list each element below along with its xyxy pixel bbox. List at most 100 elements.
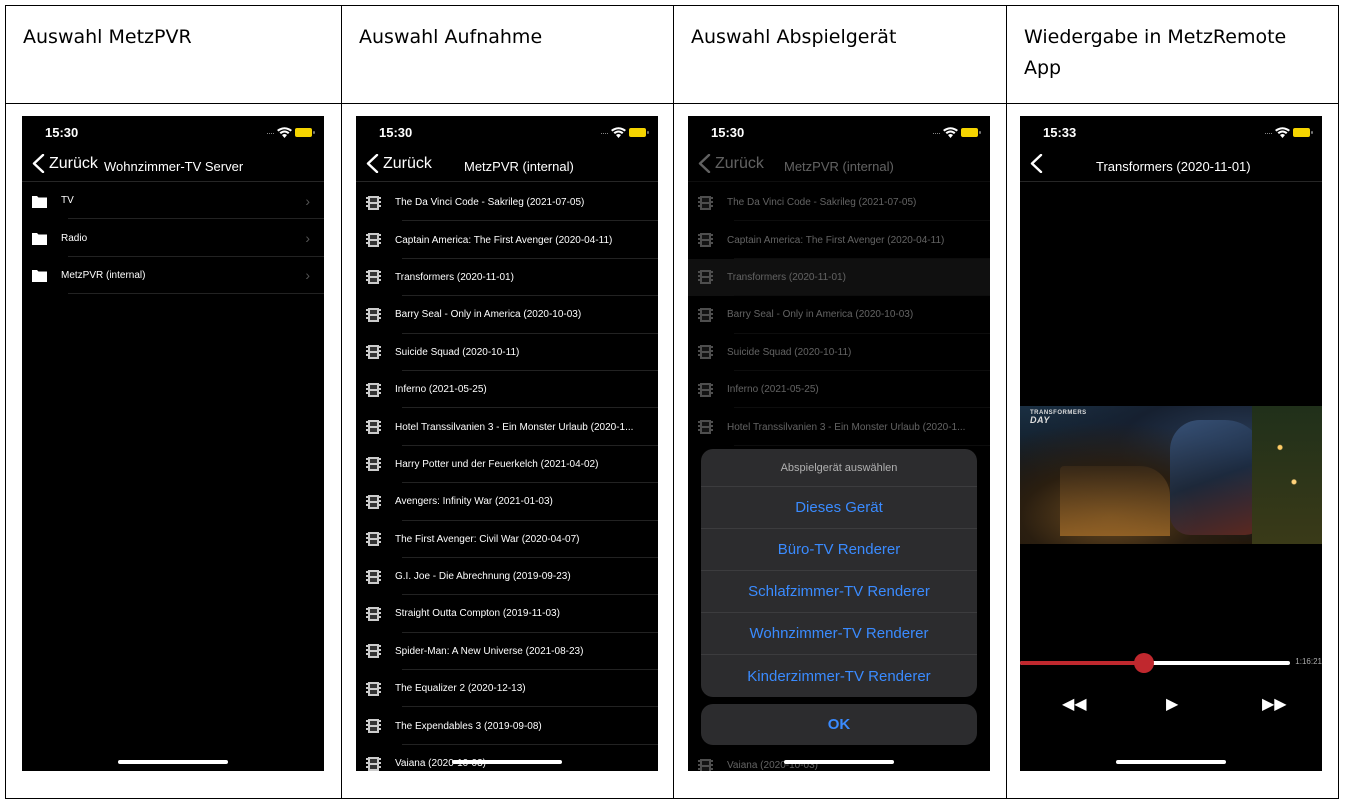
status-bar: 15:30 ····: [356, 124, 658, 144]
navigation-bar: Zurück MetzPVR (internal): [688, 150, 990, 182]
list-item[interactable]: Suicide Squad (2020-10-11): [356, 334, 658, 371]
list-item[interactable]: The Equalizer 2 (2020-12-13): [356, 670, 658, 708]
back-label: Zurück: [383, 154, 432, 172]
cellular-icon: ····: [266, 127, 275, 138]
list-item[interactable]: Captain America: The First Avenger (2020…: [356, 221, 658, 259]
header-auswahl-abspielgeraet: Auswahl Abspielgerät: [691, 26, 897, 48]
list-item[interactable]: Spider-Man: A New Universe (2021-08-23): [356, 633, 658, 671]
film-icon: [366, 681, 381, 696]
list-item-label: Radio: [61, 232, 88, 244]
list-item-label: Captain America: The First Avenger (2020…: [727, 234, 945, 246]
status-bar: 15:30 ····: [22, 124, 324, 144]
list-item-label: Inferno (2021-05-25): [727, 384, 819, 396]
list-item[interactable]: TV ›: [22, 182, 324, 220]
option-kinderzimmer-tv-button[interactable]: Kinderzimmer-TV Renderer: [701, 655, 977, 697]
ok-button[interactable]: OK: [701, 704, 977, 745]
video-logo: TRANSFORMERS DAY: [1030, 410, 1087, 425]
list-item[interactable]: Hotel Transsilvanien 3 - Ein Monster Url…: [356, 408, 658, 446]
list-item[interactable]: Hotel Transsilvanien 3 - Ein Monster Url…: [688, 408, 990, 446]
header-auswahl-metzpvr: Auswahl MetzPVR: [23, 26, 192, 48]
list-item[interactable]: G.I. Joe - Die Abrechnung (2019-09-23): [356, 558, 658, 596]
chevron-left-icon: [366, 154, 379, 173]
progress-fill: [1020, 661, 1145, 665]
back-button[interactable]: Zurück: [32, 154, 98, 173]
film-icon: [698, 307, 713, 322]
film-icon: [698, 233, 713, 248]
battery-icon: [629, 128, 649, 137]
status-time: 15:30: [379, 125, 413, 140]
status-time: 15:33: [1043, 125, 1077, 140]
list-item-label: Transformers (2020-11-01): [727, 271, 846, 283]
chevron-right-icon: ›: [305, 267, 310, 284]
list-item-label: Hotel Transsilvanien 3 - Ein Monster Url…: [395, 421, 634, 433]
film-icon: [698, 195, 713, 210]
sheet-title: Abspielgerät auswählen: [701, 449, 977, 487]
home-indicator[interactable]: [118, 760, 228, 764]
list-item[interactable]: Avengers: Infinity War (2021-01-03): [356, 483, 658, 521]
list-item[interactable]: MetzPVR (internal) ›: [22, 257, 324, 295]
wifi-icon: [1275, 127, 1290, 138]
list-item[interactable]: Suicide Squad (2020-10-11): [688, 334, 990, 371]
back-button[interactable]: [1030, 154, 1047, 173]
list-item-label: Hotel Transsilvanien 3 - Ein Monster Url…: [727, 421, 966, 433]
home-indicator[interactable]: [1116, 760, 1226, 764]
list-item[interactable]: Vaiana (2020-10-03): [356, 745, 658, 771]
status-time: 15:30: [711, 125, 745, 140]
duration-label: 1:16:21: [1295, 657, 1322, 666]
video-scene-lights: [1252, 406, 1322, 544]
list-item[interactable]: Captain America: The First Avenger (2020…: [688, 221, 990, 259]
list-item[interactable]: Straight Outta Compton (2019-11-03): [356, 595, 658, 633]
nav-title: MetzPVR (internal): [784, 159, 894, 174]
option-schlafzimmer-tv-button[interactable]: Schlafzimmer-TV Renderer: [701, 571, 977, 613]
column-divider: [341, 6, 342, 798]
progress-knob[interactable]: [1134, 653, 1155, 673]
list-item[interactable]: The Expendables 3 (2019-09-08): [356, 707, 658, 745]
list-item[interactable]: Harry Potter und der Feuerkelch (2021-04…: [356, 446, 658, 484]
film-icon: [366, 382, 381, 397]
option-buero-tv-button[interactable]: Büro-TV Renderer: [701, 529, 977, 571]
list-item[interactable]: Transformers (2020-11-01): [688, 258, 990, 297]
film-icon: [698, 420, 713, 435]
play-icon[interactable]: ▶: [1166, 694, 1178, 714]
list-item[interactable]: The First Avenger: Civil War (2020-04-07…: [356, 521, 658, 558]
list-item[interactable]: The Da Vinci Code - Sakrileg (2021-07-05…: [688, 184, 990, 222]
list-item-label: G.I. Joe - Die Abrechnung (2019-09-23): [395, 571, 571, 583]
battery-icon: [1293, 128, 1313, 137]
film-icon: [698, 345, 713, 360]
list-item[interactable]: Inferno (2021-05-25): [688, 371, 990, 409]
film-icon: [366, 420, 381, 435]
chevron-left-icon: [32, 154, 45, 173]
back-button[interactable]: Zurück: [366, 154, 432, 173]
fast-forward-icon[interactable]: ▶▶: [1262, 694, 1287, 714]
navigation-bar: Transformers (2020-11-01): [1020, 150, 1322, 182]
list-item-label: Spider-Man: A New Universe (2021-08-23): [395, 645, 584, 657]
status-bar: 15:30 ····: [688, 124, 990, 144]
phone-screen-server: 15:30 ···· Zurück Wohnzimmer-TV Server T…: [22, 116, 324, 771]
video-scene-robot: [1170, 420, 1265, 535]
rewind-icon[interactable]: ◀◀: [1062, 694, 1087, 714]
video-frame[interactable]: TRANSFORMERS DAY: [1020, 406, 1322, 544]
home-indicator[interactable]: [784, 760, 894, 764]
navigation-bar: Zurück Wohnzimmer-TV Server: [22, 150, 324, 182]
list-item[interactable]: Inferno (2021-05-25): [356, 371, 658, 409]
list-item[interactable]: Barry Seal - Only in America (2020-10-03…: [688, 296, 990, 334]
list-item-label: TV: [61, 195, 74, 207]
chevron-right-icon: ›: [305, 192, 310, 209]
list-item[interactable]: The Da Vinci Code - Sakrileg (2021-07-05…: [356, 184, 658, 222]
home-indicator[interactable]: [452, 760, 562, 764]
playback-progress-slider[interactable]: [1020, 653, 1290, 673]
list-item[interactable]: Barry Seal - Only in America (2020-10-03…: [356, 296, 658, 334]
list-item[interactable]: Vaiana (2020-10-03): [688, 747, 990, 771]
film-icon: [698, 270, 713, 285]
status-time: 15:30: [45, 125, 79, 140]
phone-screen-playback: 15:33 ···· Transformers (2020-11-01) TRA…: [1020, 116, 1322, 771]
film-icon: [366, 532, 381, 547]
list-item[interactable]: Radio ›: [22, 219, 324, 257]
option-dieses-geraet-button[interactable]: Dieses Gerät: [701, 487, 977, 529]
film-icon: [698, 382, 713, 397]
option-wohnzimmer-tv-button[interactable]: Wohnzimmer-TV Renderer: [701, 613, 977, 655]
back-button[interactable]: Zurück: [698, 154, 764, 173]
column-divider: [673, 6, 674, 798]
folder-icon: [32, 233, 47, 246]
list-item[interactable]: Transformers (2020-11-01): [356, 259, 658, 297]
